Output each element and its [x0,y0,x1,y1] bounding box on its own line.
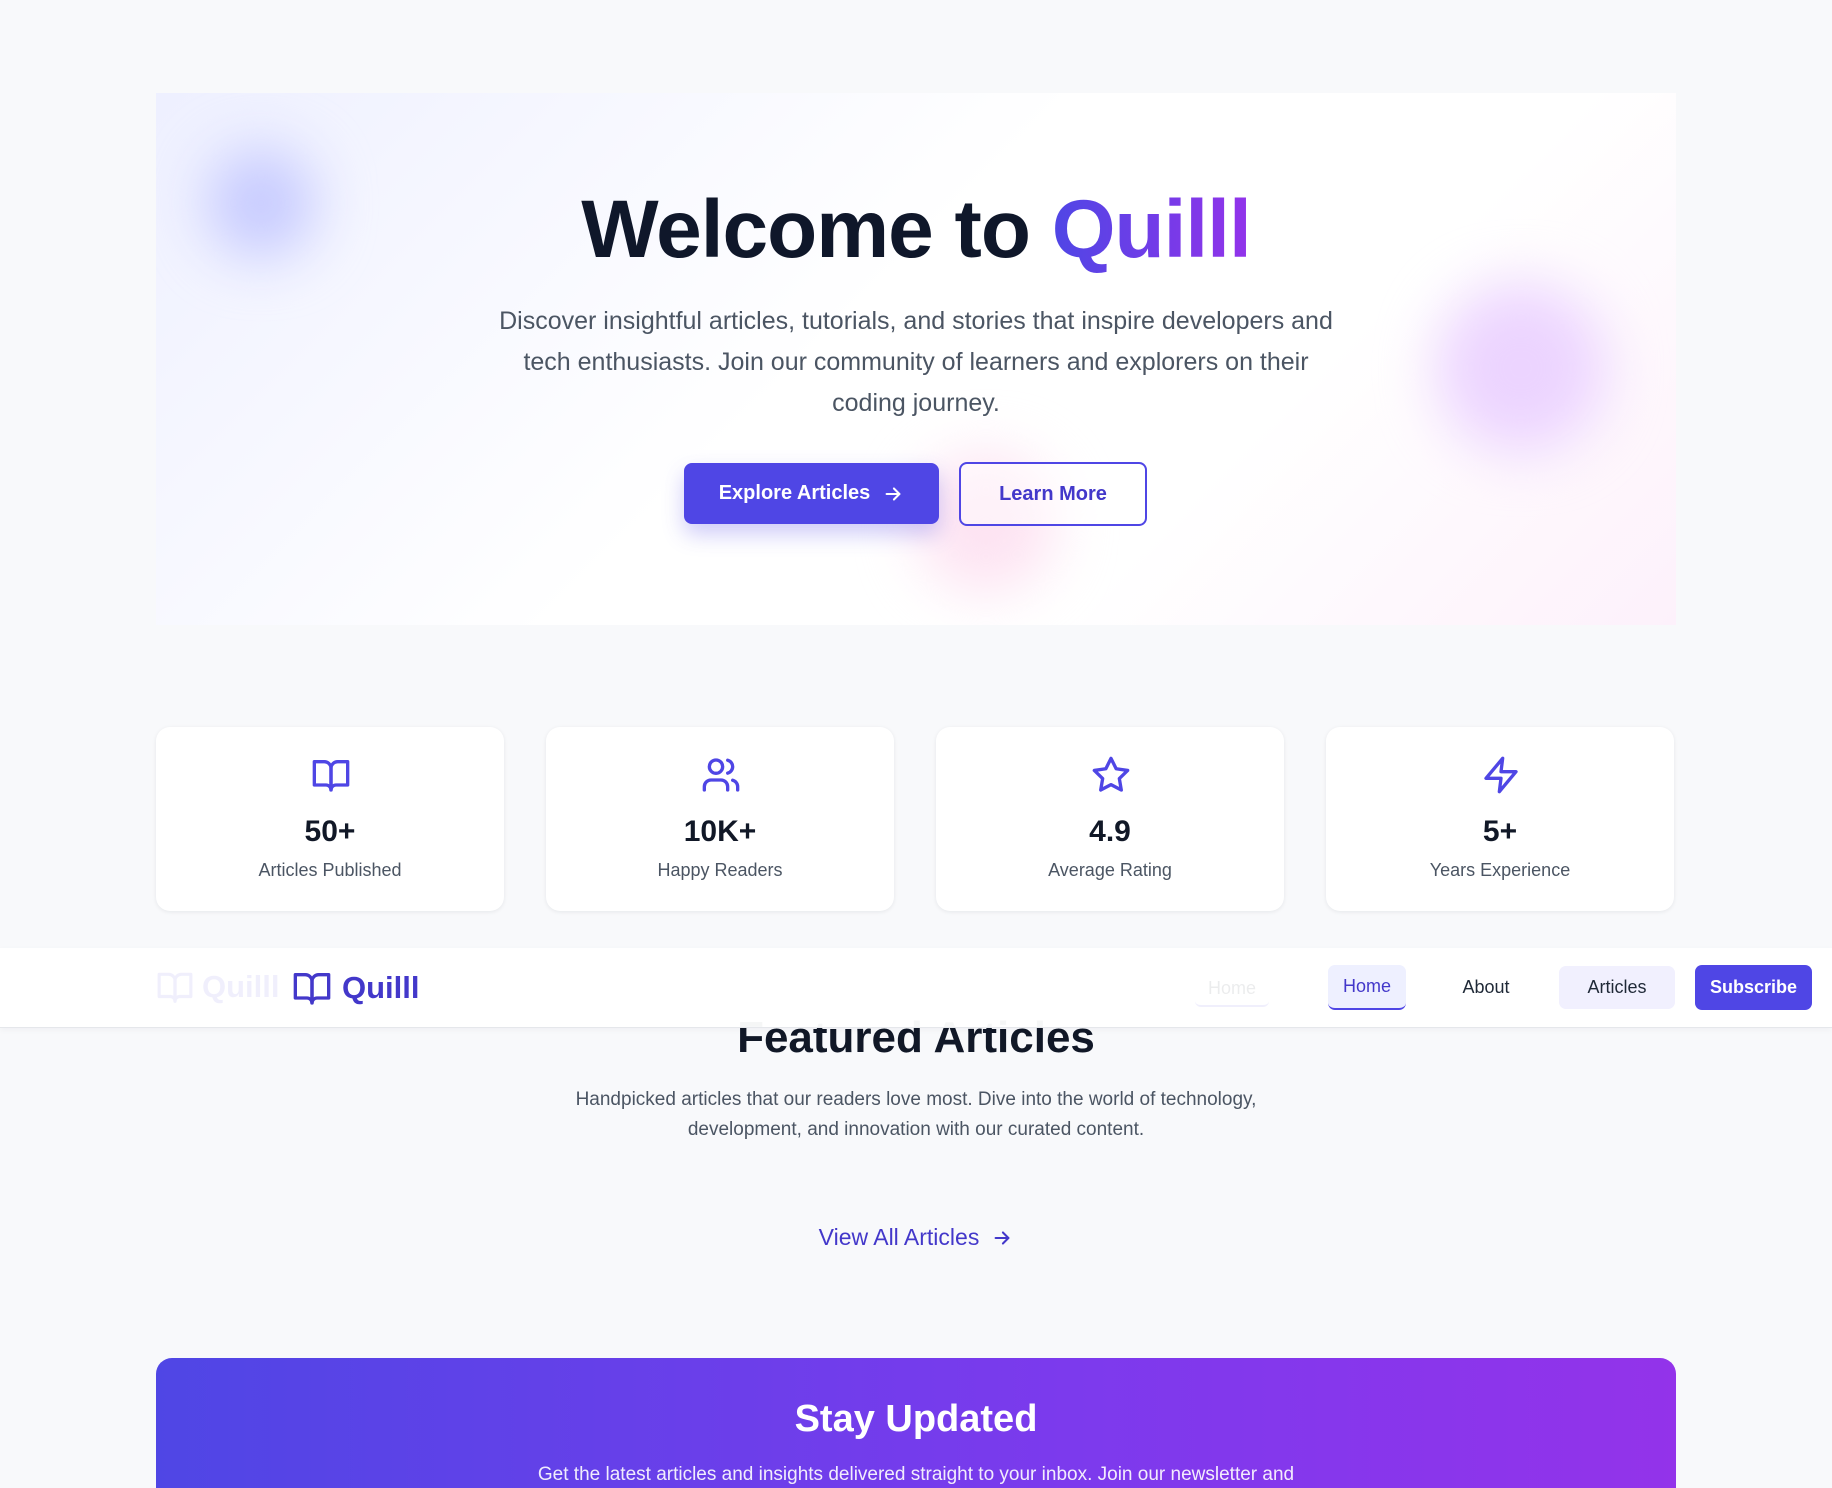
book-open-icon [312,760,350,792]
learn-more-button[interactable]: Learn More [959,462,1147,526]
hero-title-prefix: Welcome to [581,184,1052,275]
stat-value: 10K+ [683,815,757,848]
stat-card-readers: 10K+ Happy Readers [546,727,894,911]
featured-articles-subtitle: Handpicked articles that our readers lov… [575,1089,1257,1140]
stat-label: Years Experience [1429,860,1571,880]
hero-section: Welcome to Quilll Discover insightful ar… [156,93,1676,625]
nav-item-about[interactable]: About [1430,965,1542,1010]
newsletter-subtitle: Get the latest articles and insights del… [537,1464,1295,1485]
newsletter-title: Stay Updated [794,1398,1038,1440]
stat-value: 50+ [304,815,356,848]
stat-label: Articles Published [258,860,402,880]
newsletter-section: Stay Updated Get the latest articles and… [156,1358,1676,1488]
zap-icon [1484,756,1518,794]
stat-value: 4.9 [1089,815,1131,848]
nav-item-articles-label: Articles [1587,977,1647,997]
navbar-logo-text: Quilll [342,970,420,1005]
arrow-right-icon [885,486,901,501]
stat-card-articles: 50+ Articles Published [156,727,504,911]
arrow-right-icon [994,1230,1010,1245]
hero-subtitle: Discover insightful articles, tutorials,… [499,307,1333,417]
book-open-icon [293,973,331,1005]
navbar: Quilll Quilll Home Home About Articles S… [0,948,1832,1028]
stat-card-experience: 5+ Years Experience [1326,727,1674,911]
stat-card-rating: 4.9 Average Rating [936,727,1284,911]
hero-title-brand: Quilll [1051,184,1252,275]
view-all-articles-label: View All Articles [818,1224,980,1250]
nav-item-articles[interactable]: Articles [1559,966,1675,1009]
nav-item-home-ghost: Home [1195,971,1269,1007]
stat-label: Happy Readers [657,860,783,880]
subscribe-button[interactable]: Subscribe [1695,965,1812,1010]
explore-articles-button[interactable]: Explore Articles [684,463,939,524]
navbar-logo-ghost: Quilll [156,968,280,1006]
decorative-blob [1436,283,1606,453]
navbar-logo[interactable]: Quilll [292,968,420,1008]
explore-articles-label: Explore Articles [718,482,871,504]
book-open-icon [157,972,193,1003]
stat-label: Average Rating [1048,860,1172,880]
nav-item-home-label: Home [1342,976,1391,996]
view-all-articles-link[interactable]: View All Articles [0,1224,1832,1251]
stat-value: 5+ [1482,815,1518,848]
star-icon [1092,756,1130,792]
nav-item-about-label: About [1462,977,1510,997]
learn-more-label: Learn More [999,482,1107,505]
navbar-logo-ghost-text: Quilll [202,969,280,1004]
hero-title: Welcome to Quilll [156,183,1676,277]
users-icon [702,758,740,792]
nav-item-home[interactable]: Home [1328,965,1406,1010]
subscribe-button-label: Subscribe [1709,977,1798,997]
